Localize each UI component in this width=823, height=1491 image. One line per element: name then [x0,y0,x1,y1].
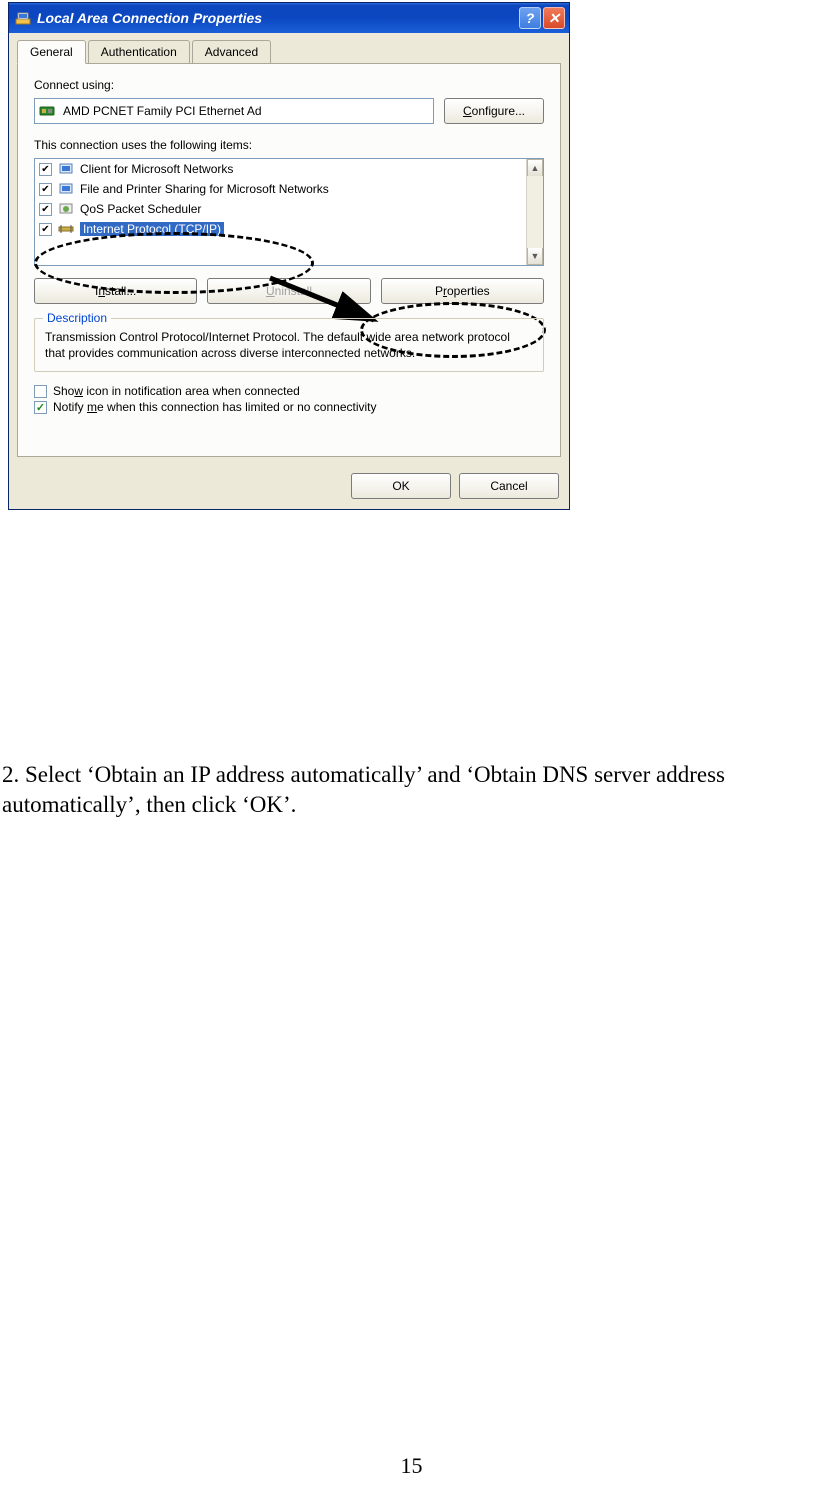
adapter-field: AMD PCNET Family PCI Ethernet Ad [34,98,434,124]
configure-button[interactable]: Configure... [444,98,544,124]
notify-checkbox-row[interactable]: Notify me when this connection has limit… [34,400,544,414]
service-icon [58,181,76,197]
scroll-up-icon[interactable]: ▲ [527,159,543,176]
list-item-label: Internet Protocol (TCP/IP) [80,222,224,236]
checkbox[interactable]: ✔ [39,223,52,236]
install-button[interactable]: Install... [34,278,197,304]
protocol-icon [58,221,76,237]
connect-using-label: Connect using: [34,78,544,92]
uninstall-button: Uninstall [207,278,370,304]
list-item[interactable]: ✔ File and Printer Sharing for Microsoft… [35,179,543,199]
description-legend: Description [43,311,111,325]
list-item-label: File and Printer Sharing for Microsoft N… [80,182,329,196]
notify-label: Notify me when this connection has limit… [53,400,377,414]
ok-button[interactable]: OK [351,473,451,499]
cancel-button[interactable]: Cancel [459,473,559,499]
components-list[interactable]: ✔ Client for Microsoft Networks ✔ File a… [34,158,544,266]
list-item[interactable]: ✔ Client for Microsoft Networks [35,159,543,179]
qos-icon [58,201,76,217]
network-icon [15,10,31,26]
checkbox[interactable] [34,385,47,398]
page-number: 15 [0,1453,823,1479]
show-icon-label: Show icon in notification area when conn… [53,384,300,398]
scroll-down-icon[interactable]: ▼ [527,248,543,265]
tab-panel-general: Connect using: AMD PCNET Family PCI Ethe… [17,63,561,457]
items-label: This connection uses the following items… [34,138,544,152]
client-icon [58,161,76,177]
description-group: Description Transmission Control Protoco… [34,318,544,372]
tab-authentication[interactable]: Authentication [88,40,190,64]
nic-icon [39,103,57,119]
list-item-label: Client for Microsoft Networks [80,162,233,176]
properties-button[interactable]: Properties [381,278,544,304]
show-icon-checkbox-row[interactable]: Show icon in notification area when conn… [34,384,544,398]
tab-strip: General Authentication Advanced [9,33,569,63]
instruction-text: 2. Select ‘Obtain an IP address automati… [0,760,823,820]
adapter-name: AMD PCNET Family PCI Ethernet Ad [63,104,262,118]
list-item-tcpip[interactable]: ✔ Internet Protocol (TCP/IP) [35,219,543,239]
list-item-label: QoS Packet Scheduler [80,202,201,216]
checkbox[interactable]: ✔ [39,163,52,176]
checkbox[interactable]: ✔ [39,183,52,196]
close-button[interactable]: ✕ [543,7,565,29]
properties-dialog: Local Area Connection Properties ? ✕ Gen… [8,2,570,510]
tab-general[interactable]: General [17,40,86,64]
list-item[interactable]: ✔ QoS Packet Scheduler [35,199,543,219]
dialog-footer: OK Cancel [9,465,569,509]
description-text: Transmission Control Protocol/Internet P… [45,329,533,361]
tab-advanced[interactable]: Advanced [192,40,271,64]
title-bar[interactable]: Local Area Connection Properties ? ✕ [9,3,569,33]
list-scrollbar[interactable]: ▲ ▼ [526,159,543,265]
checkbox[interactable]: ✔ [39,203,52,216]
help-button[interactable]: ? [519,7,541,29]
checkbox[interactable] [34,401,47,414]
window-title: Local Area Connection Properties [37,10,517,26]
